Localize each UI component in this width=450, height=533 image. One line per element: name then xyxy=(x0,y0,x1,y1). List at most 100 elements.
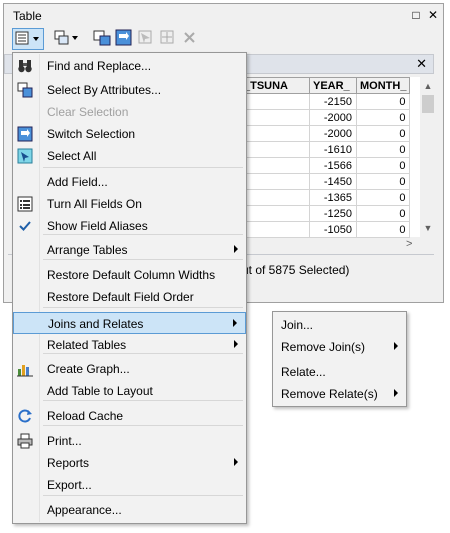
table-row[interactable]: -1450 0 xyxy=(240,173,411,190)
table-row[interactable]: -1566 0 xyxy=(240,157,411,174)
scroll-down-arrow-icon[interactable]: ▼ xyxy=(420,221,436,235)
table-row[interactable]: -1250 0 xyxy=(240,205,411,222)
menu-item-create-graph[interactable]: Create Graph... xyxy=(13,358,246,380)
table-cell[interactable]: -2000 xyxy=(309,109,357,126)
delete-selected-button[interactable] xyxy=(180,28,202,50)
table-options-menu: Find and Replace... Select By Attributes.… xyxy=(12,52,247,524)
table-cell[interactable]: -1566 xyxy=(309,157,357,174)
menu-item-turn-all-fields-on[interactable]: Turn All Fields On xyxy=(13,193,246,215)
table-row[interactable]: -1050 0 xyxy=(240,221,411,238)
select-by-attributes-icon xyxy=(17,82,33,98)
submenu-item-remove-relate-s[interactable]: Remove Relate(s) xyxy=(273,383,406,405)
zoom-to-selected-button[interactable] xyxy=(158,28,180,50)
menu-item-clear-selection: Clear Selection xyxy=(13,101,246,123)
table-cell[interactable]: 0 xyxy=(355,205,411,222)
column-header[interactable]: _TSUNA xyxy=(240,77,310,94)
menu-item-restore-default-field-order[interactable]: Restore Default Field Order xyxy=(13,286,246,308)
table-cell[interactable]: -1050 xyxy=(309,221,357,238)
scroll-thumb[interactable] xyxy=(422,95,434,113)
submenu-item-label: Remove Relate(s) xyxy=(281,387,378,401)
table-cell[interactable] xyxy=(240,141,310,158)
menu-item-label: Related Tables xyxy=(47,338,127,352)
menu-item-label: Select All xyxy=(47,149,97,163)
joins-relates-submenu: Join... Remove Join(s) Relate... Remove Rel… xyxy=(272,311,407,407)
menu-item-find-and-replace[interactable]: Find and Replace... xyxy=(13,55,246,77)
attribute-table-grid: _TSUNA YEAR_ MONTH_ -2150 0 -2000 0 -2000 0 -1… xyxy=(240,77,420,238)
menu-item-label: Add Field... xyxy=(47,175,108,189)
switch-selection-icon xyxy=(115,29,132,46)
zoom-to-selected-icon xyxy=(160,30,174,44)
menu-item-reports[interactable]: Reports xyxy=(13,452,246,474)
column-header[interactable]: YEAR_ xyxy=(309,77,357,94)
table-cell[interactable]: 0 xyxy=(355,109,411,126)
menu-item-reload-cache[interactable]: Reload Cache xyxy=(13,405,246,427)
table-row[interactable]: -2000 0 xyxy=(240,125,411,142)
table-cell[interactable]: -1610 xyxy=(309,141,357,158)
menu-item-appearance[interactable]: Appearance... xyxy=(13,499,246,521)
menu-item-label: Find and Replace... xyxy=(47,59,152,73)
table-cell[interactable]: -1450 xyxy=(309,173,357,190)
menu-item-select-by-attributes[interactable]: Select By Attributes... xyxy=(13,79,246,101)
menu-item-joins-and-relates[interactable]: Joins and Relates xyxy=(13,312,246,334)
binoculars-icon xyxy=(17,58,33,74)
close-button[interactable]: ✕ xyxy=(426,8,440,22)
table-cell[interactable]: 0 xyxy=(355,157,411,174)
menu-item-export[interactable]: Export... xyxy=(13,474,246,496)
menu-item-arrange-tables[interactable]: Arrange Tables xyxy=(13,239,246,261)
menu-item-switch-selection[interactable]: Switch Selection xyxy=(13,123,246,145)
tab-close-button[interactable]: ✕ xyxy=(416,56,427,72)
table-cell[interactable] xyxy=(240,189,310,206)
column-header[interactable]: MONTH_ xyxy=(355,77,411,94)
table-cell[interactable]: 0 xyxy=(355,189,411,206)
table-cell[interactable]: -2000 xyxy=(309,125,357,142)
table-cell[interactable]: -1365 xyxy=(309,189,357,206)
scroll-up-arrow-icon[interactable]: ▲ xyxy=(420,79,436,93)
table-cell[interactable] xyxy=(240,109,310,126)
table-row[interactable]: -1610 0 xyxy=(240,141,411,158)
menu-item-related-tables[interactable]: Related Tables xyxy=(13,334,246,356)
submenu-item-join[interactable]: Join... xyxy=(273,314,406,336)
table-cell[interactable] xyxy=(240,173,310,190)
window-title: Table xyxy=(13,9,42,23)
menu-item-label: Arrange Tables xyxy=(47,243,128,257)
scroll-right-arrow-icon[interactable]: > xyxy=(406,238,412,250)
menu-item-add-field[interactable]: Add Field... xyxy=(13,171,246,193)
submenu-item-remove-join-s[interactable]: Remove Join(s) xyxy=(273,336,406,358)
submenu-item-relate[interactable]: Relate... xyxy=(273,361,406,383)
switch-selection-button[interactable] xyxy=(114,28,136,50)
table-cell[interactable] xyxy=(240,157,310,174)
vertical-scrollbar[interactable]: ▲ ▼ xyxy=(420,77,436,237)
submenu-arrow-icon xyxy=(234,340,238,348)
table-cell[interactable]: 0 xyxy=(355,125,411,142)
related-tables-button[interactable] xyxy=(52,28,84,50)
table-cell[interactable] xyxy=(240,221,310,238)
table-cell[interactable] xyxy=(240,125,310,142)
table-cell[interactable]: -1250 xyxy=(309,205,357,222)
table-cell[interactable]: 0 xyxy=(355,141,411,158)
table-options-button[interactable] xyxy=(12,28,44,50)
menu-item-print[interactable]: Print... xyxy=(13,430,246,452)
clear-selection-button[interactable] xyxy=(136,28,158,50)
attribute-table: _TSUNA YEAR_ MONTH_ -2150 0 -2000 0 -2000 0 -1… xyxy=(240,77,411,238)
menu-item-show-field-aliases[interactable]: Show Field Aliases xyxy=(13,215,246,237)
restore-button[interactable]: □ xyxy=(409,8,423,22)
menu-item-select-all[interactable]: Select All xyxy=(13,145,246,167)
menu-item-restore-default-column-widths[interactable]: Restore Default Column Widths xyxy=(13,264,246,286)
table-cell[interactable]: 0 xyxy=(355,221,411,238)
menu-item-add-table-to-layout[interactable]: Add Table to Layout xyxy=(13,380,246,402)
table-cell[interactable]: 0 xyxy=(355,173,411,190)
table-row[interactable]: -2150 0 xyxy=(240,93,411,110)
table-row[interactable]: -2000 0 xyxy=(240,109,411,126)
submenu-item-label: Relate... xyxy=(281,365,326,379)
menu-item-label: Appearance... xyxy=(47,503,122,517)
select-by-attributes-button[interactable] xyxy=(92,28,114,50)
list-icon xyxy=(17,196,33,212)
table-cell[interactable] xyxy=(240,93,310,110)
table-cell[interactable]: 0 xyxy=(355,93,411,110)
table-cell[interactable]: -2150 xyxy=(309,93,357,110)
table-row[interactable]: -1365 0 xyxy=(240,189,411,206)
menu-item-label: Restore Default Column Widths xyxy=(47,268,216,282)
menu-item-label: Create Graph... xyxy=(47,362,130,376)
table-cell[interactable] xyxy=(240,205,310,222)
menu-separator xyxy=(43,167,243,168)
